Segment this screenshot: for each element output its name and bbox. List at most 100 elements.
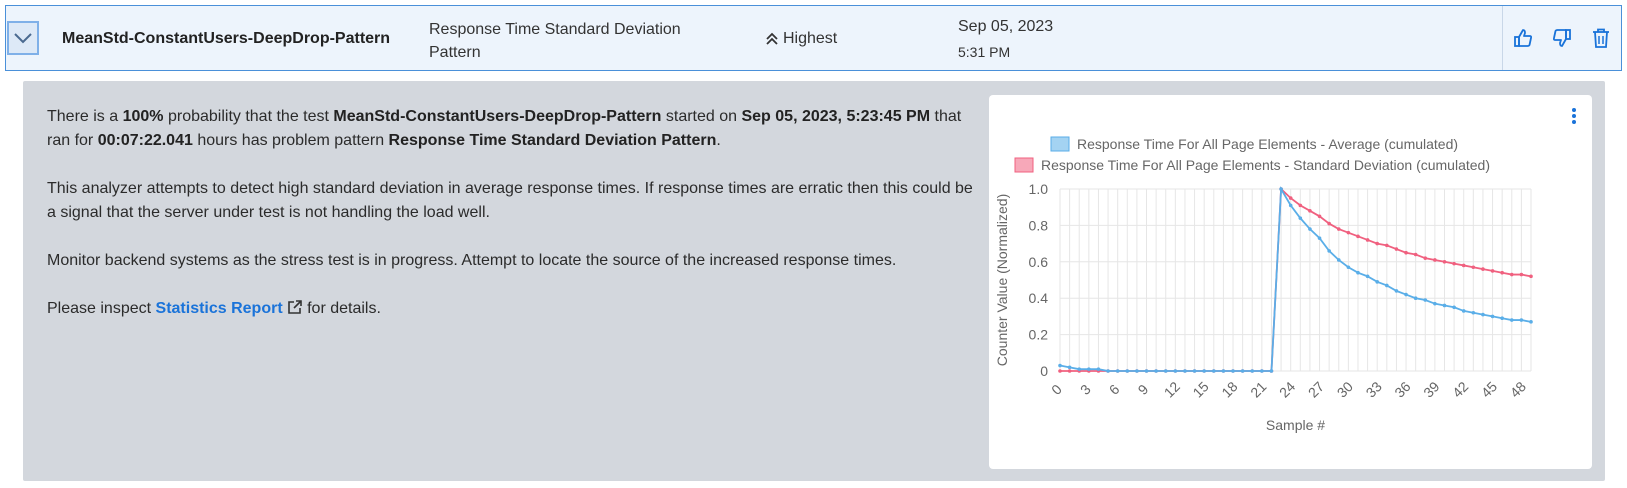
chevron-down-icon bbox=[14, 33, 32, 44]
legend-label: Response Time For All Page Elements - Av… bbox=[1077, 136, 1458, 152]
inspect-text: Please inspect bbox=[47, 300, 156, 317]
y-tick-label: 1.0 bbox=[1029, 181, 1049, 197]
data-point bbox=[1413, 296, 1418, 300]
test-name-inline: MeanStd-ConstantUsers-DeepDrop-Pattern bbox=[333, 108, 662, 125]
x-tick-label: 15 bbox=[1189, 378, 1211, 400]
response-time-chart: 00.20.40.60.81.00 3 6 9 12 15 18 21 24 27 30 33 36 39… bbox=[994, 136, 1533, 433]
expand-toggle-button[interactable] bbox=[7, 21, 39, 55]
data-point bbox=[1240, 369, 1245, 373]
data-point bbox=[1125, 369, 1130, 373]
summary-text: started on bbox=[661, 108, 742, 125]
thumbs-down-button[interactable] bbox=[1551, 27, 1573, 49]
thumbs-up-icon bbox=[1514, 29, 1533, 47]
data-point bbox=[1529, 274, 1533, 279]
data-point bbox=[1433, 301, 1437, 306]
summary-text: hours has problem pattern bbox=[192, 132, 389, 149]
data-point bbox=[1183, 369, 1187, 373]
data-point bbox=[1404, 250, 1408, 255]
data-point bbox=[1519, 272, 1524, 277]
delete-button[interactable] bbox=[1590, 27, 1612, 49]
data-point bbox=[1058, 363, 1062, 368]
statistics-report-link-label: Statistics Report bbox=[155, 300, 283, 317]
data-point bbox=[1519, 318, 1524, 322]
data-point bbox=[1375, 280, 1380, 284]
x-tick-label: 27 bbox=[1305, 378, 1327, 400]
thumbs-up-button[interactable] bbox=[1512, 27, 1534, 49]
data-point bbox=[1221, 369, 1226, 373]
pattern-name-inline: Response Time Standard Deviation Pattern bbox=[388, 132, 717, 149]
data-point bbox=[1269, 369, 1274, 373]
data-point bbox=[1144, 369, 1149, 373]
data-point bbox=[1452, 305, 1456, 310]
x-tick-label: 21 bbox=[1247, 378, 1269, 400]
data-point bbox=[1356, 234, 1360, 239]
y-axis-label: Counter Value (Normalized) bbox=[994, 194, 1010, 366]
priority-label: Highest bbox=[783, 30, 838, 47]
actions-divider bbox=[1502, 6, 1503, 70]
data-point bbox=[1500, 270, 1504, 275]
y-tick-label: 0 bbox=[1040, 363, 1048, 379]
data-point bbox=[1365, 274, 1370, 279]
x-axis-label: Sample # bbox=[1266, 417, 1325, 433]
data-point bbox=[1413, 252, 1418, 257]
data-point bbox=[1461, 309, 1466, 313]
data-point bbox=[1394, 289, 1399, 293]
data-point bbox=[1067, 365, 1072, 370]
y-tick-label: 0.8 bbox=[1029, 217, 1049, 233]
details-panel: There is a 100% probability that the tes… bbox=[23, 81, 1605, 481]
data-point bbox=[1058, 369, 1062, 373]
test-name: MeanStd-ConstantUsers-DeepDrop-Pattern bbox=[62, 30, 391, 47]
data-point bbox=[1231, 369, 1235, 373]
data-point bbox=[1442, 260, 1447, 264]
data-point bbox=[1500, 316, 1504, 321]
inspect-text: for details. bbox=[302, 300, 381, 317]
data-point bbox=[1490, 314, 1495, 319]
series-line bbox=[1060, 187, 1532, 372]
data-point bbox=[1336, 258, 1341, 262]
x-tick-label: 48 bbox=[1507, 378, 1529, 400]
data-point bbox=[1067, 369, 1072, 373]
details-text: There is a 100% probability that the tes… bbox=[47, 105, 977, 345]
legend-swatch bbox=[1014, 157, 1034, 173]
run-date: Sep 05, 2023 bbox=[958, 18, 1054, 35]
data-point bbox=[1308, 209, 1312, 213]
x-tick-label: 12 bbox=[1161, 378, 1183, 400]
data-point bbox=[1317, 236, 1322, 240]
priority: Highest bbox=[766, 30, 837, 48]
x-tick-label: 24 bbox=[1276, 378, 1298, 400]
data-point bbox=[1336, 227, 1341, 231]
data-point bbox=[1087, 367, 1091, 371]
data-point bbox=[1394, 247, 1399, 251]
x-tick-label: 33 bbox=[1363, 378, 1385, 400]
data-point bbox=[1135, 369, 1139, 373]
data-point bbox=[1481, 267, 1485, 271]
trash-icon bbox=[1593, 28, 1609, 48]
data-point bbox=[1211, 369, 1216, 373]
pattern-row[interactable]: MeanStd-ConstantUsers-DeepDrop-Pattern R… bbox=[5, 5, 1622, 71]
data-point bbox=[1288, 196, 1293, 200]
data-point bbox=[1163, 369, 1168, 373]
x-tick-label: 18 bbox=[1218, 378, 1240, 400]
data-point bbox=[1509, 318, 1514, 322]
kebab-menu-icon[interactable] bbox=[1570, 107, 1578, 125]
run-time: 5:31 PM bbox=[958, 44, 1011, 60]
statistics-report-link[interactable]: Statistics Report bbox=[156, 300, 303, 317]
data-point bbox=[1481, 312, 1485, 317]
data-point bbox=[1356, 270, 1360, 275]
external-link-icon bbox=[287, 300, 302, 314]
data-point bbox=[1375, 241, 1380, 246]
double-chevron-up-icon bbox=[766, 32, 778, 45]
data-point bbox=[1385, 243, 1389, 248]
duration-value: 00:07:22.041 bbox=[97, 132, 193, 149]
data-point bbox=[1442, 303, 1447, 308]
pattern-name-line2: Pattern bbox=[429, 44, 481, 61]
data-point bbox=[1106, 369, 1110, 373]
data-point bbox=[1529, 320, 1533, 324]
data-point bbox=[1365, 238, 1370, 242]
summary-paragraph: There is a 100% probability that the tes… bbox=[47, 105, 977, 153]
data-point bbox=[1346, 265, 1351, 270]
data-point bbox=[1308, 227, 1312, 231]
data-point bbox=[1327, 221, 1331, 226]
data-point bbox=[1096, 367, 1101, 371]
data-point bbox=[1423, 256, 1428, 260]
